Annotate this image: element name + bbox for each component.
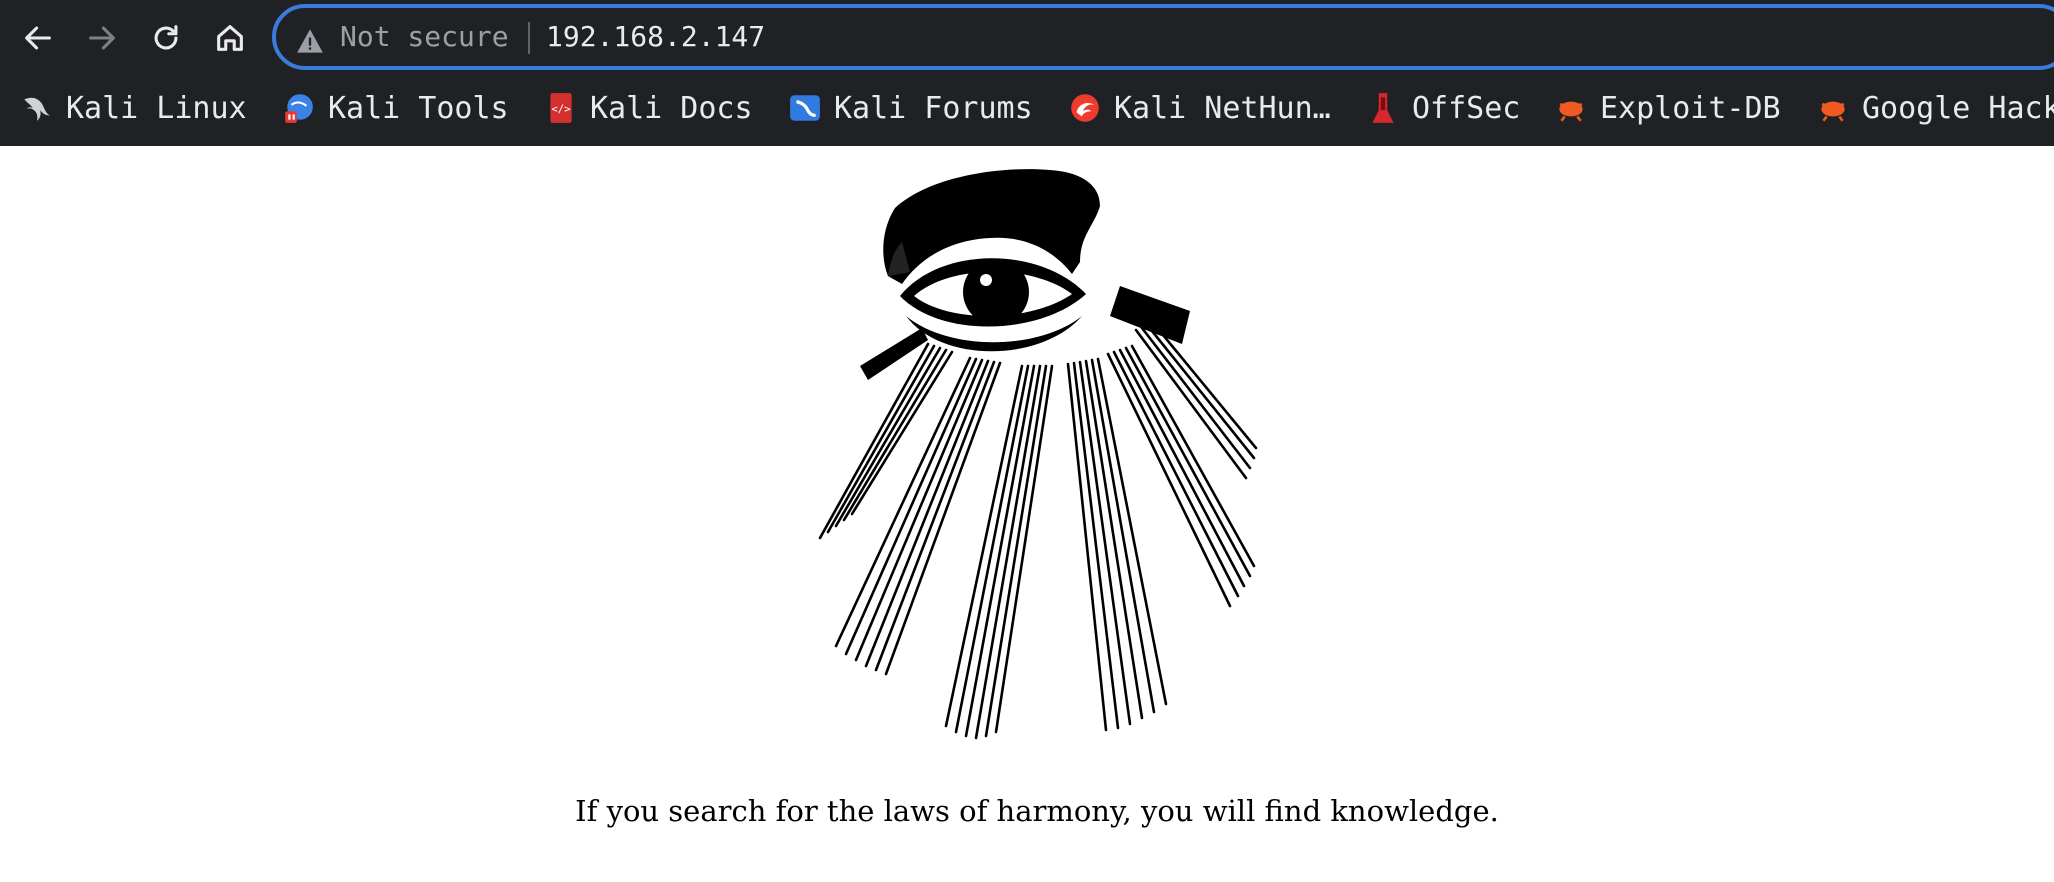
bookmark-kali-linux[interactable]: Kali Linux bbox=[20, 82, 247, 134]
forward-button[interactable] bbox=[76, 12, 128, 64]
bookmarks-bar: Kali Linux Kali Tools </> Kali Docs Kali… bbox=[0, 82, 2054, 134]
home-button[interactable] bbox=[204, 12, 256, 64]
page-caption: If you search for the laws of harmony, y… bbox=[575, 794, 1499, 828]
security-status-label[interactable]: Not secure bbox=[340, 8, 509, 66]
all-seeing-eye-image bbox=[818, 169, 1258, 740]
address-bar[interactable]: Not secure 192.168.2.147 bbox=[272, 4, 2054, 70]
page-content: If you search for the laws of harmony, y… bbox=[0, 146, 2054, 882]
bookmark-kali-nethunter[interactable]: Kali NetHun… bbox=[1068, 82, 1331, 134]
bookmark-google-hacking-db[interactable]: Google Hack bbox=[1816, 82, 2054, 134]
browser-toolbar: Not secure 192.168.2.147 Kali Linux Kali… bbox=[0, 0, 2054, 146]
reload-icon bbox=[154, 25, 178, 50]
bookmark-label: Kali Tools bbox=[328, 90, 509, 126]
bookmark-label: Exploit-DB bbox=[1600, 90, 1781, 126]
omnibox-separator bbox=[528, 22, 530, 54]
bookmark-label: Kali NetHun… bbox=[1114, 90, 1331, 126]
back-button[interactable] bbox=[12, 12, 64, 64]
reload-button[interactable] bbox=[140, 12, 192, 64]
bookmark-kali-tools[interactable]: Kali Tools bbox=[282, 82, 509, 134]
bookmark-label: Kali Forums bbox=[834, 90, 1033, 126]
arrow-left-icon bbox=[25, 26, 51, 50]
warning-icon[interactable] bbox=[296, 28, 324, 54]
bookmark-exploit-db[interactable]: Exploit-DB bbox=[1554, 82, 1781, 134]
google-hacking-db-icon bbox=[1821, 101, 1845, 122]
kali-tools-icon bbox=[285, 94, 313, 123]
bookmark-offsec[interactable]: OffSec bbox=[1366, 82, 1520, 134]
kali-docs-icon: </> bbox=[550, 93, 572, 123]
kali-nethunter-icon bbox=[1071, 94, 1099, 122]
arrow-right-icon bbox=[89, 26, 115, 50]
svg-text:</>: </> bbox=[551, 102, 570, 115]
bookmark-kali-forums[interactable]: Kali Forums bbox=[788, 82, 1033, 134]
url-text[interactable]: 192.168.2.147 bbox=[546, 8, 765, 66]
kali-dragon-icon bbox=[24, 97, 50, 121]
kali-forums-icon bbox=[790, 95, 820, 121]
bookmark-label: Kali Docs bbox=[590, 90, 753, 126]
bookmark-label: OffSec bbox=[1412, 90, 1521, 126]
bookmark-label: Google Hack bbox=[1862, 90, 2054, 126]
offsec-icon bbox=[1372, 93, 1394, 123]
exploit-db-icon bbox=[1559, 101, 1583, 122]
bookmark-kali-docs[interactable]: </> Kali Docs bbox=[544, 82, 753, 134]
bookmark-label: Kali Linux bbox=[66, 90, 247, 126]
home-icon bbox=[217, 25, 243, 51]
